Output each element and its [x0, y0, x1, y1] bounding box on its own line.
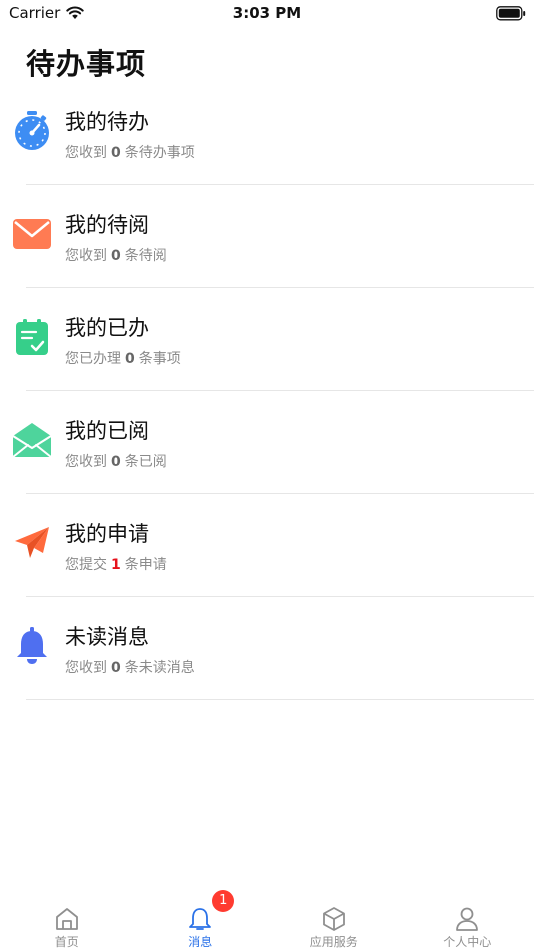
tab-app-services[interactable]: 应用服务 [267, 890, 401, 950]
task-item-todo[interactable]: 我的待办 您收到 0 条待办事项 [0, 82, 534, 185]
divider [26, 699, 534, 700]
task-title: 我的待阅 [65, 213, 149, 237]
task-item-read[interactable]: 我的已阅 您收到 0 条已阅 [0, 391, 534, 494]
task-list: 我的待办 您收到0条待办事项 我的待阅 您收到0条待阅 我的已办 您已办 [0, 82, 534, 700]
person-icon [454, 906, 480, 932]
task-count: 1 [111, 557, 121, 573]
task-desc-suffix: 条未读消息 [124, 660, 195, 676]
task-desc-prefix: 您提交 [65, 557, 107, 573]
tab-label: 首页 [54, 935, 79, 949]
task-desc-prefix: 您收到 [65, 248, 107, 264]
status-bar: Carrier 3:03 PM [0, 0, 534, 28]
task-desc-suffix: 条已阅 [124, 454, 167, 470]
task-item-done[interactable]: 我的已办 您已办理 0 条事项 [0, 288, 534, 391]
task-item-unread-messages[interactable]: 未读消息 您收到 0 条未读消息 [0, 597, 534, 700]
task-title: 我的已办 [65, 316, 149, 340]
task-desc-prefix: 您收到 [65, 454, 107, 470]
task-title: 未读消息 [65, 625, 149, 649]
task-desc-prefix: 您收到 [65, 660, 107, 676]
task-item-to-read[interactable]: 我的待阅 您收到 0 条待阅 [0, 185, 534, 288]
stopwatch-icon [11, 110, 53, 152]
paper-plane-icon [11, 522, 53, 564]
task-description: 您收到 0 条待阅 [65, 245, 167, 265]
task-title: 我的待办 [65, 110, 149, 134]
home-icon [54, 906, 80, 932]
task-item-application[interactable]: 我的申请 您提交 1 条申请 [0, 494, 534, 597]
task-desc-suffix: 条申请 [124, 557, 167, 573]
bell-icon [187, 906, 213, 932]
task-count: 0 [111, 660, 121, 676]
unread-badge: 1 [212, 890, 235, 912]
task-title: 我的已阅 [65, 419, 149, 443]
task-description: 您收到 0 条未读消息 [65, 657, 195, 677]
bell-icon [11, 625, 53, 667]
task-desc-suffix: 条待阅 [124, 248, 167, 264]
task-count: 0 [111, 248, 121, 264]
task-desc-suffix: 条事项 [138, 351, 181, 367]
task-description: 您收到 0 条已阅 [65, 451, 167, 471]
box-icon [321, 906, 347, 932]
task-description: 您提交 1 条申请 [65, 554, 167, 574]
tab-bar: 首页 1 消息 应用服务 个人中心 [0, 890, 534, 950]
tab-messages[interactable]: 1 消息 [134, 890, 268, 950]
tab-home[interactable]: 首页 [0, 890, 134, 950]
status-time: 3:03 PM [232, 4, 302, 22]
envelope-icon [11, 213, 53, 255]
task-count: 0 [111, 454, 121, 470]
task-description: 您收到 0 条待办事项 [65, 142, 195, 162]
tab-profile[interactable]: 个人中心 [401, 890, 534, 950]
tab-label: 个人中心 [443, 935, 492, 949]
battery-icon [496, 6, 526, 25]
page-title: 待办事项 [26, 47, 147, 81]
tab-label: 应用服务 [309, 935, 358, 949]
open-envelope-icon [11, 419, 53, 461]
tab-label: 消息 [188, 935, 213, 949]
task-count: 0 [111, 145, 121, 161]
task-desc-suffix: 条待办事项 [124, 145, 195, 161]
task-title: 我的申请 [65, 522, 149, 546]
task-desc-prefix: 您已办理 [65, 351, 121, 367]
task-desc-prefix: 您收到 [65, 145, 107, 161]
task-count: 0 [125, 351, 135, 367]
task-description: 您已办理 0 条事项 [65, 348, 181, 368]
clipboard-check-icon [11, 316, 53, 358]
